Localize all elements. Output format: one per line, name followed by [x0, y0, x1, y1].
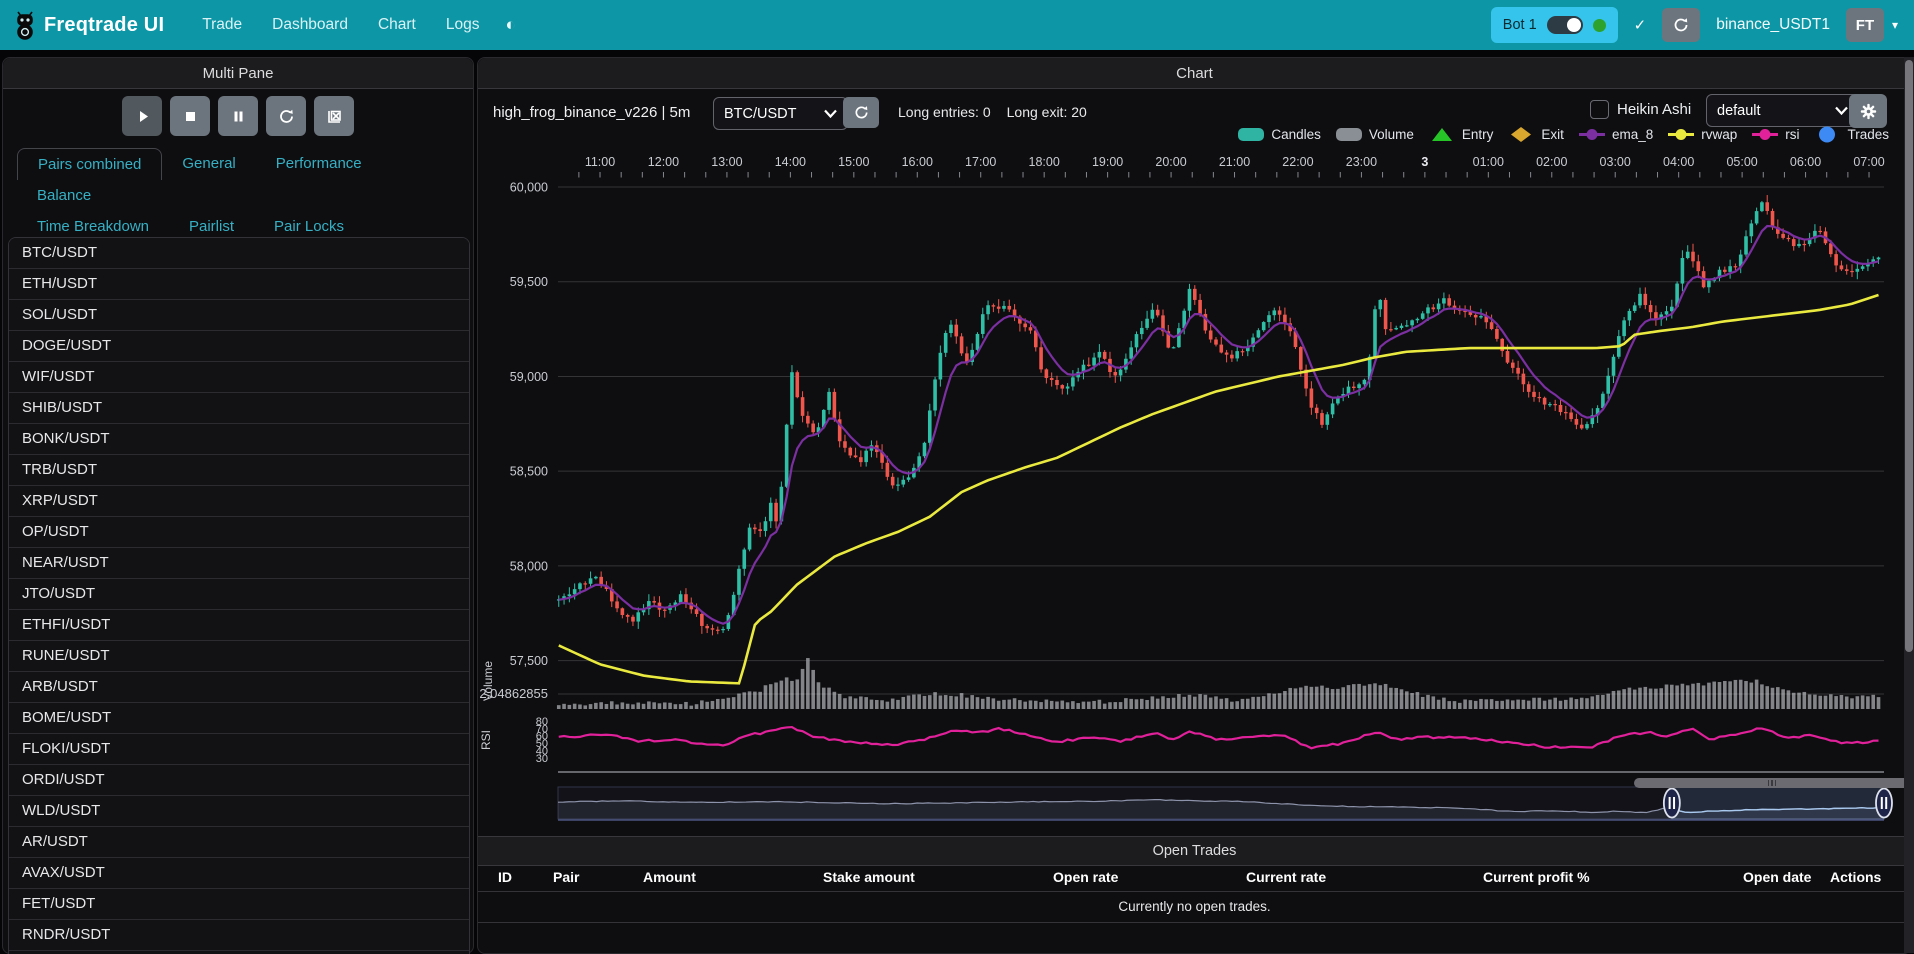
time-axis-label: 16:00: [902, 155, 933, 169]
navbar: Freqtrade UI Trade Dashboard Chart Logs ◐ B…: [0, 0, 1914, 50]
reload-button[interactable]: [1662, 8, 1700, 42]
price-axis-label: 59,500: [510, 275, 548, 289]
bot-toggle-switch[interactable]: [1547, 16, 1583, 34]
time-axis-label: 11:00: [585, 155, 615, 169]
time-axis-label: 3: [1421, 155, 1428, 169]
datazoom-selection[interactable]: [1672, 787, 1884, 819]
user-menu-caret-icon[interactable]: ▾: [1892, 18, 1898, 32]
time-axis-label: 07:00: [1853, 155, 1884, 169]
time-axis-label: 06:00: [1790, 155, 1821, 169]
time-axis-label: 19:00: [1092, 155, 1123, 169]
price-axis-label: 59,000: [510, 370, 548, 384]
nav-link-trade[interactable]: Trade: [202, 16, 242, 34]
datazoom-handle-right[interactable]: [1876, 789, 1892, 818]
freqtrade-robot-logo: [10, 10, 40, 40]
ema8-line: [559, 226, 1879, 624]
theme-toggle-icon[interactable]: ◐: [505, 15, 515, 35]
price-axis-label: 60,000: [510, 181, 548, 195]
time-axis-label: 15:00: [838, 155, 869, 169]
nav-links: Trade Dashboard Chart Logs: [202, 16, 479, 34]
time-axis-label: 18:00: [1029, 155, 1060, 169]
price-axis-label: 58,500: [510, 465, 548, 479]
bot-selector[interactable]: Bot 1: [1491, 7, 1618, 43]
time-axis-label: 13:00: [711, 155, 742, 169]
price-chart[interactable]: 60,000 59,500 59,000 58,500 58,000 57,500 11:0…: [0, 0, 1914, 953]
exchange-account-label: binance_USDT1: [1716, 16, 1830, 34]
price-axis-label: 58,000: [510, 559, 548, 573]
time-axis-label: 14:00: [775, 155, 806, 169]
app-title: Freqtrade UI: [44, 14, 164, 37]
time-axis-label: 17:00: [965, 155, 996, 169]
bot-online-dot: [1593, 19, 1606, 32]
time-axis-label: 23:00: [1346, 155, 1377, 169]
time-axis-label: 04:00: [1663, 155, 1694, 169]
user-avatar[interactable]: FT: [1846, 8, 1884, 42]
nav-link-dashboard[interactable]: Dashboard: [272, 16, 348, 34]
horizontal-scrollbar-thumb[interactable]: [1634, 778, 1910, 788]
time-axis-label: 01:00: [1473, 155, 1504, 169]
time-axis-label: 03:00: [1600, 155, 1631, 169]
bot-name: Bot 1: [1503, 17, 1537, 33]
check-icon: ✓: [1634, 16, 1647, 34]
nav-link-chart[interactable]: Chart: [378, 16, 416, 34]
volume-axis-title: Volume: [481, 661, 495, 701]
time-axis-label: 21:00: [1219, 155, 1250, 169]
time-axis-label: 05:00: [1726, 155, 1757, 169]
time-axis-label: 20:00: [1155, 155, 1186, 169]
reload-icon: [1673, 17, 1689, 33]
rsi-line: [559, 727, 1879, 748]
time-axis-label: 12:00: [648, 155, 679, 169]
vertical-scrollbar-thumb[interactable]: [1905, 60, 1913, 652]
time-axis-label: 22:00: [1282, 155, 1313, 169]
datazoom-handle-left[interactable]: [1664, 789, 1680, 818]
rvwap-line: [559, 295, 1879, 683]
time-axis-label: 02:00: [1536, 155, 1567, 169]
rsi-axis-title: RSI: [479, 730, 493, 750]
price-axis-label: 57,500: [510, 654, 548, 668]
nav-link-logs[interactable]: Logs: [446, 16, 480, 34]
rsi-axis-label: 30: [536, 753, 548, 765]
